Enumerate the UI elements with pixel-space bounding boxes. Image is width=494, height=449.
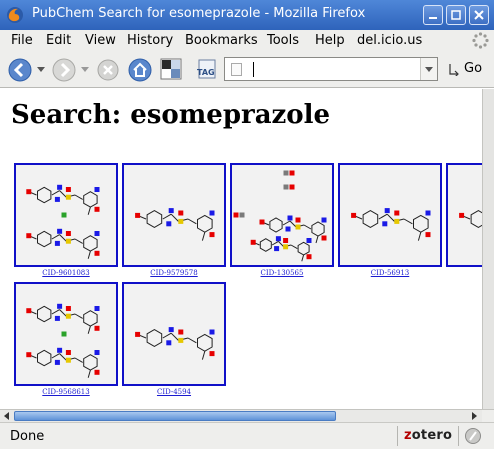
scroll-right-icon[interactable]: [472, 412, 477, 420]
molecule-structure-icon: [26, 303, 100, 378]
cid-link[interactable]: CID-9601083: [14, 269, 118, 277]
status-bar: Done zotero: [0, 422, 494, 449]
minimize-icon: [429, 17, 437, 19]
url-bar[interactable]: [224, 57, 438, 81]
forward-icon[interactable]: [51, 57, 77, 83]
molecule-structure-icon: [135, 208, 215, 241]
status-divider: [458, 426, 459, 446]
cid-link[interactable]: CID-130565: [230, 269, 334, 277]
structure-image[interactable]: [446, 163, 482, 267]
result-card[interactable]: CID-9579578: [122, 163, 226, 277]
zotero-logo-z: z: [404, 428, 412, 443]
molecule-structure-icon: [26, 184, 100, 259]
scroll-left-icon[interactable]: [4, 412, 9, 420]
bookmark-toolbar-icon[interactable]: [160, 58, 182, 80]
horizontal-scrollbar[interactable]: [0, 409, 494, 423]
vertical-scrollbar[interactable]: [482, 89, 494, 409]
url-history-dropdown[interactable]: [420, 58, 437, 80]
go-button[interactable]: Go: [464, 61, 482, 76]
firefox-icon: [7, 7, 23, 23]
maximize-icon: [451, 10, 461, 20]
structure-image[interactable]: [14, 282, 118, 386]
menu-delicious[interactable]: del.icio.us: [357, 33, 422, 48]
back-history-dropdown-icon[interactable]: [37, 67, 45, 73]
stop-icon[interactable]: [95, 57, 121, 83]
page-heading: Search: esomeprazole: [11, 100, 331, 130]
menu-edit[interactable]: Edit: [46, 33, 71, 48]
text-cursor: [253, 62, 254, 77]
structure-image[interactable]: [122, 163, 226, 267]
menu-bar: File Edit View History Bookmarks Tools H…: [0, 30, 494, 52]
result-card[interactable]: CID-9601083: [14, 163, 118, 277]
maximize-button[interactable]: [446, 5, 466, 25]
window-title: PubChem Search for esomeprazole - Mozill…: [32, 6, 366, 21]
page-content: Search: esomeprazole CID-9601083 CID-9579…: [0, 89, 482, 409]
molecule-structure-icon: [459, 210, 482, 228]
navigation-toolbar: TAG Go: [0, 52, 494, 88]
menu-bookmarks[interactable]: Bookmarks: [185, 33, 258, 48]
molecule-structure-icon: [233, 170, 327, 262]
cid-link[interactable]: CID-9568613: [14, 388, 118, 396]
structure-image[interactable]: [122, 282, 226, 386]
extension-status-icon[interactable]: [464, 427, 482, 445]
result-card[interactable]: CID-130565: [230, 163, 334, 277]
go-arrow-icon: [449, 64, 459, 76]
structure-image[interactable]: [230, 163, 334, 267]
back-icon[interactable]: [7, 57, 33, 83]
forward-history-dropdown-icon[interactable]: [81, 67, 89, 73]
cid-link[interactable]: CID-9579578: [122, 269, 226, 277]
scroll-thumb[interactable]: [14, 411, 336, 421]
structure-image[interactable]: [338, 163, 442, 267]
status-text: Done: [10, 429, 45, 444]
close-button[interactable]: [469, 5, 489, 25]
zotero-logo-text: otero: [411, 428, 453, 443]
molecule-structure-icon: [351, 208, 431, 241]
menu-view[interactable]: View: [85, 33, 116, 48]
result-card[interactable]: CID-56913: [338, 163, 442, 277]
minimize-button[interactable]: [423, 5, 443, 25]
structure-image[interactable]: [14, 163, 118, 267]
cid-link[interactable]: CID-56913: [338, 269, 442, 277]
throbber-icon: [472, 32, 489, 49]
result-card[interactable]: CID-4594: [122, 282, 226, 396]
menu-file[interactable]: File: [11, 33, 33, 48]
zotero-button[interactable]: zotero: [404, 428, 452, 443]
result-card[interactable]: CID-9568613: [14, 282, 118, 396]
title-bar: PubChem Search for esomeprazole - Mozill…: [0, 0, 494, 30]
menu-tools[interactable]: Tools: [267, 33, 299, 48]
cid-link[interactable]: CID-4: [446, 269, 482, 277]
menu-history[interactable]: History: [127, 33, 173, 48]
status-divider: [397, 426, 398, 446]
molecule-structure-icon: [135, 327, 215, 360]
result-card[interactable]: CID-4: [446, 163, 482, 277]
menu-help[interactable]: Help: [315, 33, 345, 48]
home-icon[interactable]: [127, 57, 153, 83]
tag-button[interactable]: TAG: [195, 57, 219, 81]
page-icon: [231, 63, 242, 76]
tag-label: TAG: [197, 68, 215, 77]
close-icon: [474, 10, 484, 20]
cid-link[interactable]: CID-4594: [122, 388, 226, 396]
